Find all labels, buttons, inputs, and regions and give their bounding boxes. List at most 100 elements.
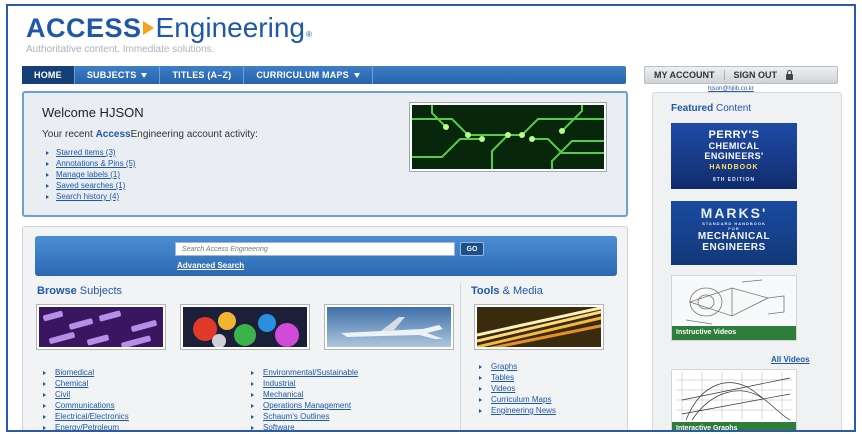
subject-link[interactable]: Energy/Petroleum [43, 422, 129, 430]
activity-suffix: Engineering account activity: [130, 129, 258, 140]
search-input[interactable] [175, 242, 455, 256]
activity-link-label: Starred items (3) [56, 148, 116, 157]
main-nav: HOME SUBJECTS TITLES (A–Z) CURRICULUM MA… [22, 66, 626, 84]
tool-label: Curriculum Maps [491, 395, 552, 404]
tool-label: Engineering News [491, 406, 556, 415]
tools-title-bold: Tools [471, 285, 500, 297]
tools-title-rest: & Media [499, 285, 543, 297]
graph-chart-icon [676, 372, 792, 421]
biomedical-image[interactable] [37, 305, 165, 349]
activity-link-saved-searches[interactable]: Saved searches (1) [46, 180, 136, 191]
chevron-down-icon [353, 72, 360, 78]
activity-link-label: Search history (4) [56, 192, 120, 201]
bullet-icon [251, 392, 254, 397]
book-title-line: ENGINEERS' [704, 151, 764, 161]
tool-link-news[interactable]: Engineering News [479, 405, 556, 416]
nav-titles[interactable]: TITLES (A–Z) [160, 66, 245, 84]
bullet-icon [46, 194, 49, 199]
site-logo[interactable]: ACCESS Engineering ® [26, 12, 312, 44]
activity-link-label: Annotations & Pins (5) [56, 159, 136, 168]
subject-link[interactable]: Biomedical [43, 367, 129, 378]
subjects-list-col1: Biomedical Chemical Civil Communications… [43, 367, 129, 430]
tool-link-graphs[interactable]: Graphs [479, 361, 556, 372]
subject-link[interactable]: Industrial [251, 378, 358, 389]
bullet-icon [251, 381, 254, 386]
bullet-icon [251, 414, 254, 419]
sign-out-link[interactable]: SIGN OUT [725, 70, 783, 80]
nav-subjects-label: SUBJECTS [86, 70, 137, 80]
subject-link[interactable]: Chemical [43, 378, 129, 389]
all-videos-link[interactable]: All Videos [771, 355, 810, 364]
my-account-link[interactable]: MY ACCOUNT [645, 70, 725, 80]
search-bar: GO Advanced Search [35, 236, 617, 276]
subject-link[interactable]: Communications [43, 400, 129, 411]
subject-label: Industrial [263, 379, 296, 388]
subject-label: Communications [55, 401, 115, 410]
book-title-line: HANDBOOK [709, 164, 759, 171]
registered-mark: ® [305, 30, 312, 39]
interactive-graphs-tile[interactable]: Interactive Graphs [671, 369, 797, 430]
book-title-line: MECHANICAL [697, 231, 771, 242]
advanced-search-link[interactable]: Advanced Search [177, 261, 244, 270]
bullet-icon [479, 386, 482, 391]
tool-link-curriculum[interactable]: Curriculum Maps [479, 394, 556, 405]
subject-link[interactable]: Software [251, 422, 358, 430]
logo-arrow-icon [142, 21, 154, 35]
activity-link-starred[interactable]: Starred items (3) [46, 147, 136, 158]
logo-engineering-text: Engineering [155, 12, 305, 43]
nav-home-label: HOME [34, 70, 62, 80]
search-go-button[interactable]: GO [460, 242, 484, 256]
activity-link-annotations[interactable]: Annotations & Pins (5) [46, 158, 136, 169]
bullet-icon [251, 370, 254, 375]
site-tagline: Authoritative content. Immediate solutio… [26, 44, 215, 55]
nav-curriculum-maps[interactable]: CURRICULUM MAPS [244, 66, 373, 84]
perrys-handbook-cover[interactable]: PERRY'S CHEMICAL ENGINEERS' HANDBOOK 8TH… [671, 123, 797, 189]
chevron-down-icon [141, 72, 148, 78]
subject-link[interactable]: Mechanical [251, 389, 358, 400]
nav-subjects[interactable]: SUBJECTS [75, 66, 161, 84]
tool-label: Graphs [491, 362, 518, 371]
featured-heading: Featured Content [671, 103, 751, 114]
activity-link-history[interactable]: Search history (4) [46, 191, 136, 202]
subject-label: Biomedical [55, 368, 95, 377]
bullet-icon [251, 425, 254, 430]
tools-media-image[interactable] [475, 305, 603, 349]
activity-link-labels[interactable]: Manage labels (1) [46, 169, 136, 180]
subject-label: Civil [55, 390, 71, 399]
bullet-icon [479, 397, 482, 402]
bullet-icon [43, 425, 46, 430]
activity-heading: Your recent AccessEngineering account ac… [42, 129, 258, 140]
bullet-icon [479, 375, 482, 380]
browse-title-rest: Subjects [76, 285, 122, 297]
subject-link[interactable]: Schaum's Outlines [251, 411, 358, 422]
book-title-line: CHEMICAL [708, 141, 760, 151]
subject-link[interactable]: Environmental/Sustainable [251, 367, 358, 378]
nav-home[interactable]: HOME [22, 66, 75, 84]
tool-link-videos[interactable]: Videos [479, 383, 556, 394]
tools-list: Graphs Tables Videos Curriculum Maps Eng… [479, 361, 556, 416]
subject-link[interactable]: Civil [43, 389, 129, 400]
instructive-videos-tile[interactable]: Instructive Videos [671, 275, 797, 341]
activity-brand: Access [95, 129, 131, 140]
subject-label: Environmental/Sustainable [263, 368, 359, 377]
subject-link[interactable]: Operations Management [251, 400, 358, 411]
subject-label: Chemical [55, 379, 89, 388]
aircraft-image[interactable] [325, 305, 453, 349]
subject-link[interactable]: Electrical/Electronics [43, 411, 129, 422]
browse-subjects-heading: Browse Subjects [37, 285, 122, 297]
browse-panel: GO Advanced Search Browse Subjects Tools… [22, 226, 628, 430]
chemical-image[interactable] [181, 305, 309, 349]
logo-access-text: ACCESS [26, 13, 142, 43]
sign-out-label: SIGN OUT [733, 70, 778, 80]
videos-banner: Instructive Videos [672, 326, 796, 340]
bullet-icon [43, 370, 46, 375]
bullet-icon [479, 408, 482, 413]
tool-link-tables[interactable]: Tables [479, 372, 556, 383]
bullet-icon [46, 183, 49, 188]
account-bar: MY ACCOUNT SIGN OUT [644, 66, 838, 84]
page-frame: ACCESS Engineering ® Authoritative conte… [6, 4, 856, 432]
bullet-icon [46, 150, 49, 155]
marks-handbook-cover[interactable]: MARKS' STANDARD HANDBOOK FOR MECHANICAL … [671, 201, 797, 265]
nav-titles-label: TITLES (A–Z) [172, 70, 232, 80]
bullet-icon [251, 403, 254, 408]
